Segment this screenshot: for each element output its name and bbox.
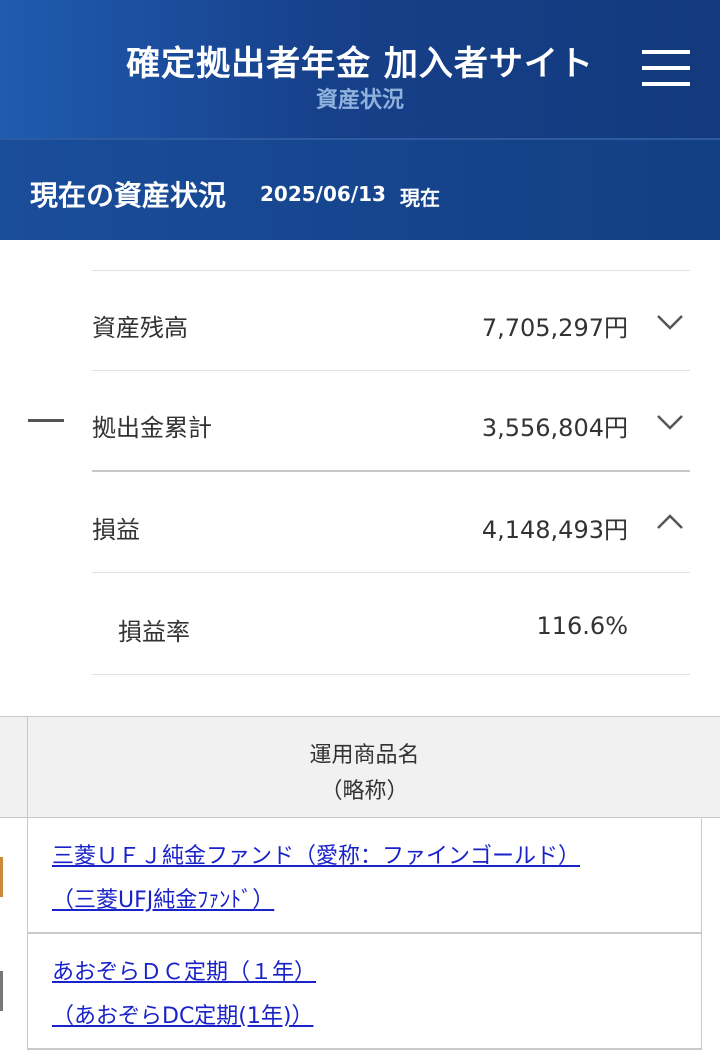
table-row: あおぞらＤＣ定期（１年） （あおぞらDC定期(1年)） xyxy=(27,934,702,1050)
site-title: 確定拠出者年金 加入者サイト xyxy=(126,44,594,84)
asset-balance-label: 資産残高 xyxy=(92,314,188,342)
table-row: 三菱ＵＦＪ純金ファンド（愛称：ファインゴールド） （三菱UFJ純金ﾌｧﾝﾄﾞ） xyxy=(27,818,702,934)
status-suffix: 現在 xyxy=(400,186,440,210)
contributions-value: 3,556,804円 xyxy=(481,414,628,442)
header-abbreviation: （略称） xyxy=(320,779,409,804)
product-abbr-link[interactable]: （三菱UFJ純金ﾌｧﾝﾄﾞ） xyxy=(52,882,274,914)
table-header-right xyxy=(701,717,720,818)
status-date: 2025/06/13 xyxy=(260,182,386,206)
status-bar: 現在の資産状況 2025/06/13 現在 xyxy=(0,140,720,240)
divider xyxy=(92,470,690,472)
table-header-left xyxy=(0,717,27,818)
product-table: 運用商品名 （略称） 三菱ＵＦＪ純金ファンド（愛称：ファインゴールド） （三菱U… xyxy=(0,716,720,1053)
divider xyxy=(92,674,690,675)
product-color-chip xyxy=(0,971,3,1011)
site-header: 確定拠出者年金 加入者サイト 資産状況 xyxy=(0,0,720,140)
asset-balance-value: 7,705,297円 xyxy=(481,314,628,342)
status-title: 現在の資産状況 xyxy=(30,179,227,212)
hamburger-menu-icon[interactable] xyxy=(640,48,692,92)
product-abbr-link[interactable]: （あおぞらDC定期(1年)） xyxy=(52,998,313,1030)
divider xyxy=(92,370,690,371)
divider xyxy=(92,270,690,271)
header-product-name: 運用商品名 xyxy=(309,743,420,768)
product-name-link[interactable]: 三菱ＵＦＪ純金ファンド（愛称：ファインゴールド） xyxy=(52,838,580,870)
profit-loss-value: 4,148,493円 xyxy=(481,516,628,544)
profit-rate-value: 116.6% xyxy=(536,612,628,640)
chevron-down-icon[interactable] xyxy=(654,406,686,438)
divider xyxy=(92,572,690,573)
profit-loss-label: 損益 xyxy=(92,516,140,544)
table-header: 運用商品名 （略称） xyxy=(27,717,702,818)
chevron-up-icon[interactable] xyxy=(654,506,686,538)
profit-rate-label: 損益率 xyxy=(118,618,190,646)
product-color-chip xyxy=(0,857,3,897)
product-name-link[interactable]: あおぞらＤＣ定期（１年） xyxy=(52,954,316,986)
page-subtitle: 資産状況 xyxy=(315,88,404,113)
contributions-label: 拠出金累計 xyxy=(92,414,212,442)
chevron-down-icon[interactable] xyxy=(654,306,686,338)
minus-icon xyxy=(28,419,64,422)
